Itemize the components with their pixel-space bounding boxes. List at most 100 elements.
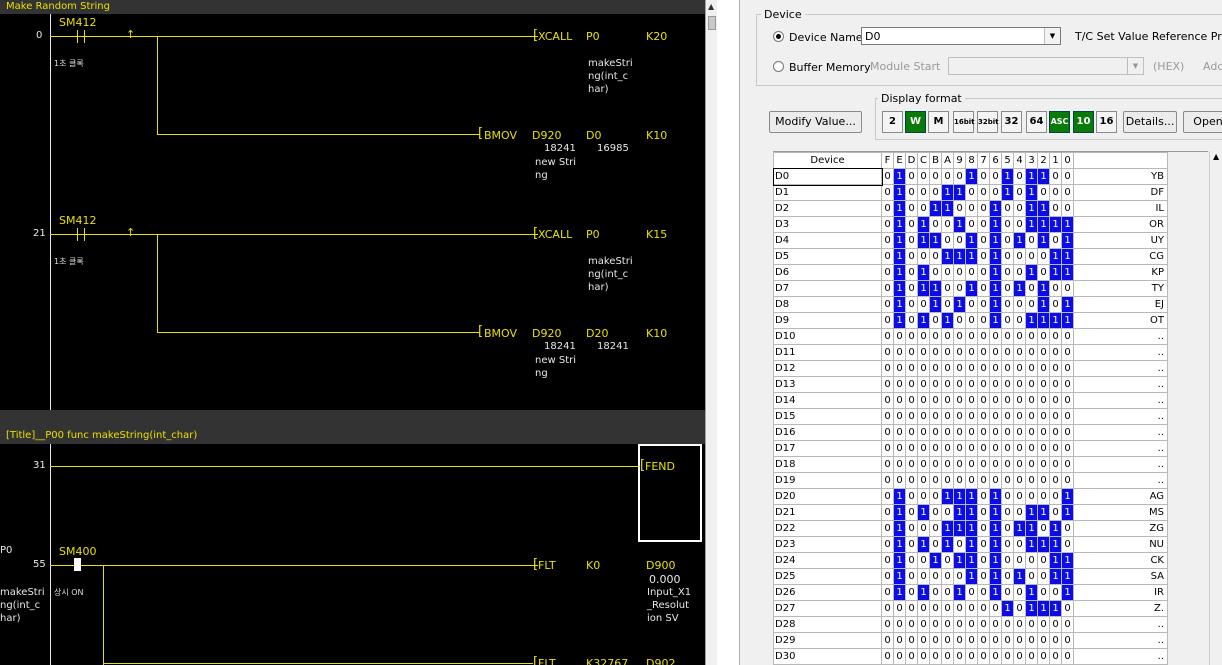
- bit-cell[interactable]: 0: [989, 632, 1002, 649]
- bit-cell[interactable]: 0: [905, 456, 918, 473]
- device-cell[interactable]: D20: [773, 488, 882, 505]
- bit-cell[interactable]: 0: [977, 648, 990, 665]
- bit-cell[interactable]: 0: [1037, 520, 1050, 537]
- bit-cell[interactable]: 1: [941, 248, 954, 265]
- bit-cell[interactable]: 1: [929, 232, 942, 249]
- bit-cell[interactable]: 0: [881, 216, 894, 233]
- bit-cell[interactable]: 1: [929, 280, 942, 297]
- bit-cell[interactable]: 1: [1037, 200, 1050, 217]
- bit-cell[interactable]: 0: [953, 440, 966, 457]
- bit-cell[interactable]: 0: [941, 648, 954, 665]
- bit-cell[interactable]: 1: [989, 584, 1002, 601]
- bit-cell[interactable]: 0: [1061, 536, 1074, 553]
- bit-cell[interactable]: 0: [917, 392, 930, 409]
- table-row[interactable]: D1 0 1 0 0 0 1 1 0 0 0 1 0 1 0 0 0 DF: [773, 184, 1168, 201]
- bit-cell[interactable]: 0: [1037, 184, 1050, 201]
- bit-cell[interactable]: 0: [941, 344, 954, 361]
- bit-cell[interactable]: 1: [1049, 312, 1062, 329]
- bit-cell[interactable]: 0: [905, 392, 918, 409]
- device-cell[interactable]: D27: [773, 600, 882, 617]
- table-row[interactable]: D17 0 0 0 0 0 0 0 0 0 0 0 0 0 0 0 0..: [773, 440, 1168, 457]
- bit-cell[interactable]: 0: [929, 168, 942, 185]
- bit-cell[interactable]: 0: [881, 520, 894, 537]
- bit-cell[interactable]: 1: [893, 264, 906, 281]
- table-row[interactable]: D12 0 0 0 0 0 0 0 0 0 0 0 0 0 0 0 0..: [773, 360, 1168, 377]
- bit-cell[interactable]: 1: [893, 312, 906, 329]
- bit-cell[interactable]: 0: [1001, 536, 1014, 553]
- bit-cell[interactable]: 0: [1061, 520, 1074, 537]
- bit-cell[interactable]: 0: [941, 232, 954, 249]
- bit-cell[interactable]: 0: [1037, 408, 1050, 425]
- bit-cell[interactable]: 0: [1001, 280, 1014, 297]
- bit-cell[interactable]: 0: [977, 280, 990, 297]
- bit-cell[interactable]: 0: [905, 440, 918, 457]
- operand[interactable]: K15: [646, 228, 667, 241]
- bit-cell[interactable]: 1: [893, 200, 906, 217]
- bit-cell[interactable]: 1: [1049, 536, 1062, 553]
- bit-cell[interactable]: 0: [1013, 264, 1026, 281]
- bit-cell[interactable]: 0: [1013, 504, 1026, 521]
- bit-cell[interactable]: 0: [977, 408, 990, 425]
- bit-cell[interactable]: 0: [905, 536, 918, 553]
- bit-cell[interactable]: 0: [893, 424, 906, 441]
- scroll-up-icon[interactable]: ▲: [1213, 152, 1219, 161]
- bit-cell[interactable]: 0: [905, 360, 918, 377]
- bit-cell[interactable]: 0: [965, 616, 978, 633]
- bit-cell[interactable]: 0: [905, 264, 918, 281]
- bit-cell[interactable]: 0: [1025, 232, 1038, 249]
- bit-cell[interactable]: 0: [1013, 632, 1026, 649]
- table-row[interactable]: D0 0 1 0 0 0 0 0 1 0 0 1 0 1 1 0 0 YB: [772, 167, 1168, 186]
- bit-cell[interactable]: 0: [977, 168, 990, 185]
- bit-cell[interactable]: 1: [1037, 296, 1050, 313]
- bit-cell[interactable]: 0: [1013, 168, 1026, 185]
- bit-cell[interactable]: 1: [1025, 184, 1038, 201]
- bit-cell[interactable]: 0: [941, 376, 954, 393]
- operand[interactable]: K20: [646, 30, 667, 43]
- contact-symbol[interactable]: [77, 30, 78, 43]
- bit-cell[interactable]: 0: [1061, 456, 1074, 473]
- tc-reference-label[interactable]: T/C Set Value Reference Progr: [1075, 30, 1222, 43]
- bit-cell[interactable]: 0: [1061, 648, 1074, 665]
- operand[interactable]: D920: [532, 327, 561, 340]
- bit-cell[interactable]: 0: [905, 584, 918, 601]
- bit-cell[interactable]: 0: [929, 360, 942, 377]
- bit-cell[interactable]: 1: [1025, 584, 1038, 601]
- chevron-down-icon[interactable]: ▼: [1044, 28, 1060, 44]
- bit-cell[interactable]: 0: [953, 472, 966, 489]
- bit-cell[interactable]: 0: [1013, 472, 1026, 489]
- bit-cell[interactable]: 0: [1013, 312, 1026, 329]
- bit-cell[interactable]: 1: [893, 584, 906, 601]
- bit-cell[interactable]: 0: [965, 584, 978, 601]
- bit-cell[interactable]: 1: [893, 216, 906, 233]
- bit-cell[interactable]: 1: [1001, 168, 1014, 185]
- instruction[interactable]: XCALL: [538, 228, 572, 241]
- bit-cell[interactable]: 1: [989, 296, 1002, 313]
- bit-cell[interactable]: 0: [953, 360, 966, 377]
- bit-cell[interactable]: 0: [977, 472, 990, 489]
- bit-cell[interactable]: 0: [1061, 328, 1074, 345]
- bit-cell[interactable]: 1: [953, 216, 966, 233]
- bit-cell[interactable]: 0: [1061, 360, 1074, 377]
- table-row[interactable]: D4 0 1 0 1 1 0 0 1 0 1 0 1 0 1 0 1 UY: [773, 232, 1168, 249]
- scroll-thumb[interactable]: [708, 16, 716, 30]
- bit-cell[interactable]: 0: [1001, 296, 1014, 313]
- bit-cell[interactable]: 0: [1061, 440, 1074, 457]
- bit-cell[interactable]: 0: [941, 168, 954, 185]
- bit-cell[interactable]: 0: [917, 632, 930, 649]
- bit-cell[interactable]: 0: [1049, 424, 1062, 441]
- bit-cell[interactable]: 0: [941, 296, 954, 313]
- bit-cell[interactable]: 0: [905, 424, 918, 441]
- device-cell[interactable]: D16: [773, 424, 882, 441]
- bit-cell[interactable]: 0: [989, 344, 1002, 361]
- bit-cell[interactable]: 1: [989, 552, 1002, 569]
- bit-cell[interactable]: 0: [905, 344, 918, 361]
- bit-cell[interactable]: 0: [1037, 648, 1050, 665]
- bit-cell[interactable]: 0: [965, 296, 978, 313]
- bit-cell[interactable]: 0: [977, 552, 990, 569]
- bit-cell[interactable]: 1: [1037, 232, 1050, 249]
- device-cell[interactable]: D9: [773, 312, 882, 329]
- bit-cell[interactable]: 1: [941, 200, 954, 217]
- bit-cell[interactable]: 0: [1025, 296, 1038, 313]
- bit-cell[interactable]: 0: [1061, 200, 1074, 217]
- bit-cell[interactable]: 0: [1061, 616, 1074, 633]
